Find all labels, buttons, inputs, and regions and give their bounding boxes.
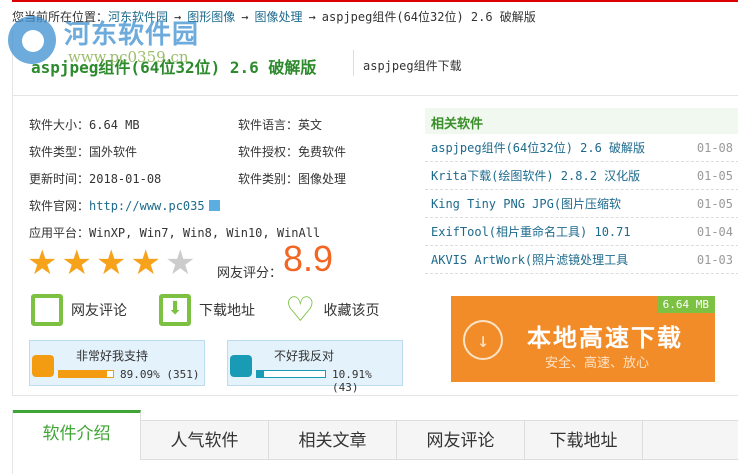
thumbs-down-icon bbox=[230, 355, 252, 377]
vote-percent: 89.09% (351) bbox=[120, 368, 200, 381]
star-rating: ★ ★ ★ ★ ★ bbox=[27, 246, 195, 280]
vote-bar bbox=[58, 370, 114, 378]
download-address-button[interactable]: ⬇ 下载地址 bbox=[159, 294, 255, 326]
tab-comments[interactable]: 网友评论 bbox=[397, 420, 525, 460]
arrow: → bbox=[174, 10, 182, 24]
star-icon: ★ bbox=[61, 243, 92, 283]
arrow: → bbox=[241, 10, 249, 24]
rating-label: 网友评分： bbox=[217, 266, 283, 281]
top-accent-line bbox=[12, 0, 738, 2]
vote-percent: 10.91% (43) bbox=[332, 368, 372, 394]
info-platform: 应用平台：WinXP, Win7, Win8, Win10, WinAll bbox=[29, 226, 321, 240]
vote-title: 不好我反对 bbox=[274, 349, 335, 363]
related-link[interactable]: AKVIS ArtWork(照片滤镜处理工具 bbox=[431, 251, 628, 268]
external-link-icon[interactable] bbox=[208, 200, 220, 211]
breadcrumb-image-processing[interactable]: 图像处理 bbox=[255, 10, 303, 24]
related-link[interactable]: Krita下载(绘图软件) 2.8.2 汉化版 bbox=[431, 167, 640, 184]
page-title: aspjpeg组件(64位32位) 2.6 破解版 bbox=[31, 58, 317, 77]
related-link[interactable]: King Tiny PNG JPG(图片压缩软 bbox=[431, 195, 621, 212]
tab-spacer bbox=[643, 420, 738, 460]
list-item[interactable]: AKVIS ArtWork(照片滤镜处理工具 01-03 bbox=[425, 246, 738, 274]
breadcrumb-graphics[interactable]: 图形图像 bbox=[187, 10, 235, 24]
related-software: 相关软件 aspjpeg组件(64位32位) 2.6 破解版 01-08 Krit… bbox=[425, 108, 738, 274]
list-item[interactable]: aspjpeg组件(64位32位) 2.6 破解版 01-08 bbox=[425, 134, 738, 162]
info-updated: 更新时间：2018-01-08 bbox=[29, 172, 162, 186]
tab-popular[interactable]: 人气软件 bbox=[141, 420, 269, 460]
related-date: 01-05 bbox=[696, 168, 733, 183]
related-date: 01-03 bbox=[696, 252, 733, 267]
info-category: 软件类别：图像处理 bbox=[238, 172, 347, 186]
download-label: 本地高速下载 bbox=[527, 324, 683, 352]
star-icon: ★ bbox=[95, 243, 127, 283]
list-item[interactable]: ExifTool(相片重命名工具) 10.71 01-04 bbox=[425, 218, 738, 246]
related-date: 01-04 bbox=[696, 224, 733, 239]
divider bbox=[353, 50, 354, 76]
breadcrumb: 您当前所在位置：河东软件园 → 图形图像 → 图像处理 → aspjpeg组件(64位32位… bbox=[12, 8, 536, 25]
vote-support-button[interactable]: 非常好我支持 89.09% (351) bbox=[29, 340, 205, 386]
breadcrumb-current: aspjpeg组件(64位32位) 2.6 破解版 bbox=[321, 10, 536, 24]
website-link[interactable]: http://www.pc035 bbox=[89, 199, 205, 213]
comment-button[interactable]: 网友评论 bbox=[31, 294, 127, 326]
heart-icon: ♡ bbox=[285, 290, 316, 330]
tab-articles[interactable]: 相关文章 bbox=[269, 420, 397, 460]
breadcrumb-home[interactable]: 河东软件园 bbox=[108, 10, 168, 24]
related-date: 01-05 bbox=[696, 196, 733, 211]
file-size-badge: 6.64 MB bbox=[656, 296, 715, 313]
edit-icon bbox=[31, 294, 63, 326]
related-link[interactable]: ExifTool(相片重命名工具) 10.71 bbox=[431, 223, 631, 240]
local-download-button[interactable]: 6.64 MB ↓ 本地高速下载 安全、高速、放心 bbox=[451, 296, 715, 382]
software-info-panel: 软件大小：6.64 MB 软件语言：英文 软件类型：国外软件 软件授权：免费软件… bbox=[12, 96, 738, 396]
star-empty-icon: ★ bbox=[164, 243, 196, 283]
arrow: → bbox=[308, 10, 316, 24]
info-type: 软件类型：国外软件 bbox=[29, 145, 138, 159]
related-date: 01-08 bbox=[696, 140, 733, 155]
info-size: 软件大小：6.64 MB bbox=[29, 118, 140, 132]
favorite-button[interactable]: ♡ 收藏该页 bbox=[285, 290, 379, 330]
info-language: 软件语言：英文 bbox=[238, 118, 323, 132]
download-arrow-icon: ⬇ bbox=[159, 294, 191, 326]
vote-bar bbox=[256, 370, 326, 378]
star-icon: ★ bbox=[130, 243, 161, 283]
tab-intro[interactable]: 软件介绍 bbox=[13, 410, 141, 460]
info-website: 软件官网：http://www.pc035 bbox=[29, 197, 220, 214]
star-icon: ★ bbox=[27, 243, 58, 283]
vote-fill bbox=[257, 371, 265, 377]
rating-score: 8.9 bbox=[283, 238, 334, 279]
download-circle-icon: ↓ bbox=[463, 320, 503, 360]
breadcrumb-prefix: 您当前所在位置： bbox=[12, 10, 109, 24]
tab-downloads[interactable]: 下载地址 bbox=[525, 420, 643, 460]
list-item[interactable]: Krita下载(绘图软件) 2.8.2 汉化版 01-05 bbox=[425, 162, 738, 190]
vote-fill bbox=[59, 371, 108, 377]
vote-title: 非常好我支持 bbox=[76, 349, 149, 363]
related-link[interactable]: aspjpeg组件(64位32位) 2.6 破解版 bbox=[431, 139, 645, 156]
download-sublabel: 安全、高速、放心 bbox=[545, 356, 650, 371]
info-license: 软件授权：免费软件 bbox=[238, 145, 347, 159]
vote-oppose-button[interactable]: 不好我反对 10.91% (43) bbox=[227, 340, 403, 394]
related-title: 相关软件 bbox=[425, 108, 738, 134]
content-tabs: 软件介绍 人气软件 相关文章 网友评论 下载地址 bbox=[12, 410, 738, 474]
page-subtitle: aspjpeg组件下载 bbox=[363, 59, 462, 73]
title-bar: aspjpeg组件(64位32位) 2.6 破解版 aspjpeg组件下载 bbox=[12, 30, 738, 96]
thumbs-up-icon bbox=[32, 355, 54, 377]
list-item[interactable]: King Tiny PNG JPG(图片压缩软 01-05 bbox=[425, 190, 738, 218]
